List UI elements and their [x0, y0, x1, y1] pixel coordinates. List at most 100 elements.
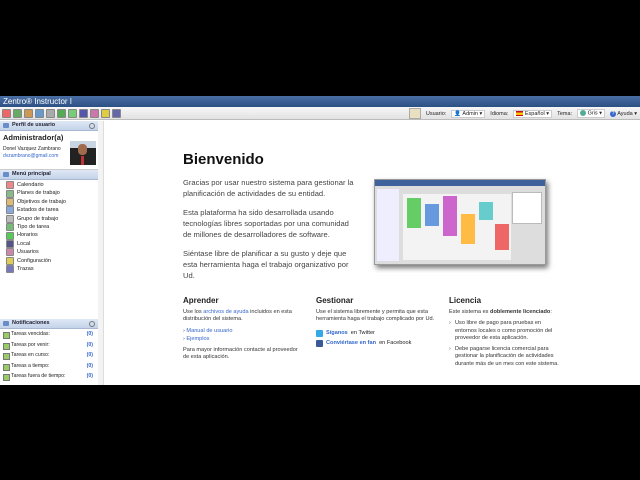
- manage-section: Gestionar Use el sistema libremente y pe…: [316, 296, 436, 347]
- profile-email[interactable]: dvzambrano@gmail.com: [3, 153, 58, 159]
- notification-label: Tareas a tiempo:: [11, 362, 50, 369]
- license-text-post: :: [550, 309, 552, 315]
- notification-label: Tareas en curso:: [11, 352, 50, 359]
- collapse-icon[interactable]: [89, 123, 95, 129]
- menu-item-label: Usuarios: [17, 249, 39, 256]
- notifications-panel: Notificaciones Tareas vencidas: (0) Tarea…: [0, 319, 98, 382]
- license-item-1: Uso libre de pago para pruebas en entorn…: [449, 320, 564, 342]
- help-menu[interactable]: ? Ayuda ▾: [609, 110, 637, 117]
- menu-item-usuarios[interactable]: Usuarios: [6, 248, 98, 257]
- menu-item-label: Horarios: [17, 232, 38, 239]
- config-icon: [6, 256, 14, 265]
- profile-name: Donel Vazquez Zambrano: [3, 146, 61, 152]
- notification-label: Tareas vencidas:: [11, 331, 50, 337]
- help-files-link[interactable]: archivos de ayuda: [203, 309, 248, 315]
- user-label: Usuario:: [425, 110, 447, 117]
- welcome-paragraph-1: Gracias por usar nuestro sistema para ge…: [183, 178, 354, 198]
- menu-item-trazas[interactable]: Trazas: [6, 265, 98, 274]
- plan-icon[interactable]: [13, 109, 22, 118]
- facebook-row: Conviértase en fan en Facebook: [316, 339, 436, 347]
- notifications-panel-header[interactable]: Notificaciones: [0, 319, 98, 329]
- collapse-icon[interactable]: [89, 321, 95, 327]
- local-icon[interactable]: [79, 109, 88, 118]
- notification-row[interactable]: Tareas a tiempo: (0): [0, 361, 98, 372]
- profile-role: Administrador(a): [3, 133, 64, 142]
- help-label: Ayuda: [617, 110, 633, 117]
- theme-label: Tema:: [557, 110, 573, 117]
- notification-row[interactable]: Tareas por venir: (0): [0, 340, 98, 351]
- notification-count[interactable]: (0): [87, 371, 93, 382]
- main-menu: Calendario Planes de trabajo Objetivos d…: [0, 180, 98, 274]
- menu-item-tipo[interactable]: Tipo de tarea: [6, 223, 98, 232]
- group-icon[interactable]: [46, 109, 55, 118]
- window-title: Zentro® Instructor I: [0, 96, 640, 107]
- notification-row[interactable]: Tareas en curso: (0): [0, 350, 98, 361]
- help-icon: ?: [609, 110, 616, 117]
- state-icon: [6, 206, 14, 215]
- menu-item-label: Planes de trabajo: [17, 190, 60, 197]
- user-select[interactable]: 👤 Admin ▾: [451, 109, 486, 118]
- toolbar: Usuario: 👤 Admin ▾ Idioma: Español ▾ Tem…: [0, 107, 640, 120]
- menu-item-label: Calendario: [17, 182, 44, 188]
- license-title: Licencia: [449, 296, 482, 305]
- language-label: Idioma:: [490, 110, 509, 117]
- examples-link[interactable]: Ejemplos: [183, 336, 303, 343]
- menu-header: Menú principal: [12, 171, 51, 177]
- menu-item-label: Grupo de trabajo: [17, 215, 59, 222]
- user-manual-link[interactable]: Manual de usuario: [183, 328, 303, 335]
- config-icon[interactable]: [101, 109, 110, 118]
- schedule-icon[interactable]: [68, 109, 77, 118]
- type-icon: [6, 223, 14, 232]
- main-content: Bienvenido Gracias por usar nuestro sist…: [104, 121, 640, 385]
- license-text-pre: Este sistema es: [449, 309, 491, 315]
- menu-item-horarios[interactable]: Horarios: [6, 231, 98, 240]
- learn-section: Aprender Use los archivos de ayuda inclu…: [183, 296, 303, 362]
- language-select[interactable]: Español ▾: [513, 109, 553, 118]
- license-text: Este sistema es doblemente licenciado:: [449, 309, 564, 316]
- task-icon: [3, 363, 10, 371]
- state-icon[interactable]: [35, 109, 44, 118]
- notification-count[interactable]: (0): [87, 350, 93, 361]
- menu-item-objetivos[interactable]: Objetivos de trabajo: [6, 197, 98, 206]
- notification-count[interactable]: (0): [87, 329, 93, 340]
- trace-icon[interactable]: [112, 109, 121, 118]
- profile-panel-header[interactable]: Perfil de usuario: [0, 121, 98, 131]
- menu-item-label: Tipo de tarea: [17, 223, 50, 230]
- manage-title: Gestionar: [316, 296, 354, 305]
- home-icon[interactable]: [408, 108, 421, 119]
- menu-panel-header[interactable]: Menú principal: [0, 170, 98, 180]
- notification-count[interactable]: (0): [87, 340, 93, 351]
- menu-item-estados[interactable]: Estados de tarea: [6, 206, 98, 215]
- local-icon: [6, 239, 14, 248]
- type-icon[interactable]: [57, 109, 66, 118]
- facebook-link[interactable]: Conviértase en fan: [326, 340, 376, 346]
- menu-item-planes[interactable]: Planes de trabajo: [6, 189, 98, 198]
- notification-row[interactable]: Tareas fuera de tiempo: (0): [0, 371, 98, 382]
- objective-icon: [6, 197, 14, 206]
- objective-icon[interactable]: [24, 109, 33, 118]
- menu-item-grupo[interactable]: Grupo de trabajo: [6, 214, 98, 223]
- license-section: Licencia Este sistema es doblemente lice…: [449, 296, 564, 368]
- schedule-icon: [6, 231, 14, 240]
- notification-label: Tareas fuera de tiempo:: [11, 373, 66, 380]
- theme-value: Gris: [587, 110, 598, 117]
- language-value: Español: [524, 110, 545, 117]
- user-value: Admin: [462, 110, 478, 117]
- menu-item-label: Trazas: [17, 265, 34, 272]
- menu-item-label: Objetivos de trabajo: [17, 198, 66, 205]
- menu-item-label: Configuración: [17, 257, 51, 264]
- notification-row[interactable]: Tareas vencidas: (0): [0, 329, 98, 340]
- notifications-icon: [3, 321, 9, 326]
- users-icon[interactable]: [90, 109, 99, 118]
- menu-item-local[interactable]: Local: [6, 239, 98, 248]
- twitter-text: en Twitter: [350, 330, 375, 337]
- twitter-link[interactable]: Síganos: [326, 330, 348, 336]
- menu-item-label: Estados de tarea: [17, 207, 59, 214]
- notification-count[interactable]: (0): [87, 361, 93, 372]
- menu-item-calendario[interactable]: Calendario: [6, 181, 98, 190]
- app-window: Zentro® Instructor I Usuario: 👤 Admin ▾ …: [0, 96, 640, 385]
- theme-select[interactable]: Gris ▾: [577, 109, 605, 118]
- calendar-icon[interactable]: [2, 109, 11, 118]
- menu-item-configuracion[interactable]: Configuración: [6, 256, 98, 265]
- welcome-paragraph-3: Siéntase libre de planificar a su gusto …: [183, 249, 349, 280]
